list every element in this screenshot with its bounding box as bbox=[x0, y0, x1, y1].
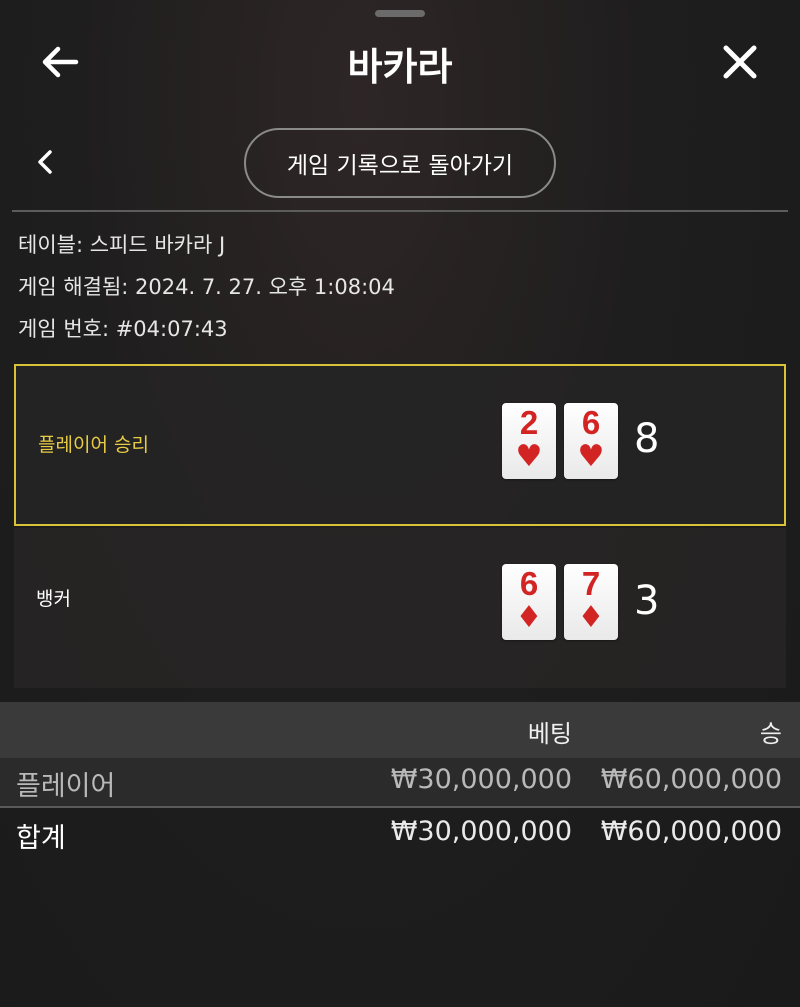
card-rank: 7 bbox=[581, 565, 601, 602]
back-to-history-button[interactable]: 게임 기록으로 돌아가기 bbox=[244, 128, 556, 198]
diamond-suit-icon: ♦ bbox=[515, 600, 543, 635]
baccarat-result-sheet: 바카라 게임 기록으로 돌아가기 테이블: 스피드 바카라 J 게임 해결됨: … bbox=[0, 0, 800, 1007]
divider bbox=[12, 210, 788, 212]
drag-handle[interactable] bbox=[375, 10, 425, 17]
subnav: 게임 기록으로 돌아가기 bbox=[0, 126, 800, 202]
playing-card: 6 ♦ bbox=[502, 564, 556, 640]
heart-suit-icon: ♥ bbox=[515, 439, 543, 474]
header: 바카라 bbox=[0, 28, 800, 92]
banker-result-panel: 뱅커 6 ♦ 7 ♦ 3 bbox=[14, 528, 786, 688]
card-rank: 6 bbox=[581, 404, 601, 441]
card-rank: 2 bbox=[519, 404, 539, 441]
total-win-amount: ₩60,000,000 bbox=[600, 816, 782, 847]
win-amount: ₩60,000,000 bbox=[600, 764, 782, 795]
game-info: 테이블: 스피드 바카라 J 게임 해결됨: 2024. 7. 27. 오후 1… bbox=[18, 228, 395, 354]
page-title: 바카라 bbox=[347, 45, 453, 89]
playing-card: 6 ♥ bbox=[564, 403, 618, 479]
table-row: 플레이어 ₩30,000,000 ₩60,000,000 bbox=[0, 758, 800, 806]
chevron-left-icon bbox=[38, 150, 52, 174]
close-button[interactable] bbox=[716, 38, 764, 86]
table-name: 테이블: 스피드 바카라 J bbox=[18, 233, 226, 257]
previous-game-button[interactable] bbox=[30, 142, 60, 182]
banker-label: 뱅커 bbox=[36, 588, 71, 610]
game-number: 게임 번호: #04:07:43 bbox=[18, 317, 228, 341]
win-column-header: 승 bbox=[759, 720, 782, 748]
heart-suit-icon: ♥ bbox=[577, 439, 605, 474]
divider bbox=[0, 806, 800, 808]
total-row: 합계 ₩30,000,000 ₩60,000,000 bbox=[0, 810, 800, 858]
bets-table-header: 베팅 승 bbox=[0, 702, 800, 758]
player-label: 플레이어 승리 bbox=[38, 434, 149, 456]
player-score: 8 bbox=[634, 416, 660, 462]
close-icon bbox=[723, 45, 757, 79]
bet-amount: ₩30,000,000 bbox=[390, 764, 572, 795]
playing-card: 2 ♥ bbox=[502, 403, 556, 479]
player-result-panel: 플레이어 승리 2 ♥ 6 ♥ 8 bbox=[14, 364, 786, 526]
diamond-suit-icon: ♦ bbox=[577, 600, 605, 635]
playing-card: 7 ♦ bbox=[564, 564, 618, 640]
card-rank: 6 bbox=[519, 565, 539, 602]
total-bet-amount: ₩30,000,000 bbox=[390, 816, 572, 847]
bet-name: 플레이어 bbox=[16, 771, 116, 802]
resolved-time: 게임 해결됨: 2024. 7. 27. 오후 1:08:04 bbox=[18, 275, 395, 299]
banker-score: 3 bbox=[634, 578, 660, 624]
bet-column-header: 베팅 bbox=[527, 720, 572, 748]
total-label: 합계 bbox=[16, 823, 66, 854]
